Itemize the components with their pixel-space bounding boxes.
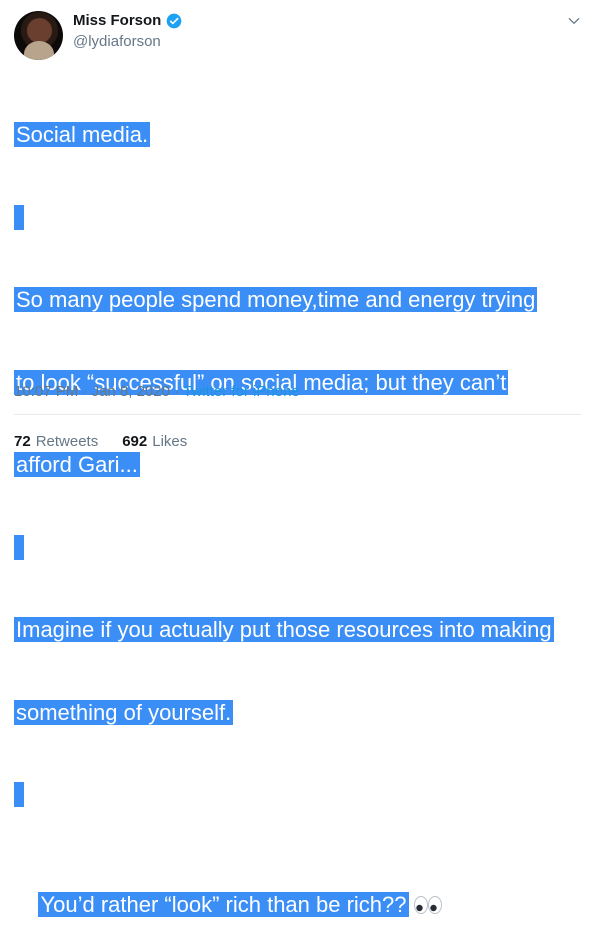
tweet-line <box>14 204 584 232</box>
retweets-count: 72 <box>14 433 31 450</box>
verified-badge-icon <box>166 13 182 29</box>
avatar[interactable] <box>14 11 63 60</box>
meta-separator: · <box>170 383 183 400</box>
tweet-stats: 72 Retweets 692 Likes <box>14 433 187 450</box>
tweet-line: You’d rather “look” rich than be rich?? <box>14 864 584 932</box>
tweet-text: Social media. So many people spend money… <box>14 66 584 932</box>
likes-label: Likes <box>152 433 187 450</box>
tweet-line: So many people spend money,time and ener… <box>14 286 584 314</box>
tweet-line: afford Gari... <box>14 451 584 479</box>
tweet-line: Imagine if you actually put those resour… <box>14 616 584 644</box>
eyes-emoji-icon <box>413 895 443 915</box>
tweet-line <box>14 781 584 809</box>
tweet-line: something of yourself. <box>14 699 584 727</box>
tweet-source-link[interactable]: Twitter for iPhone <box>183 383 300 400</box>
chevron-down-icon[interactable] <box>567 14 581 28</box>
divider <box>14 414 581 415</box>
retweets-stat[interactable]: 72 Retweets <box>14 433 98 450</box>
display-name[interactable]: Miss Forson <box>73 12 161 29</box>
likes-stat[interactable]: 692 Likes <box>122 433 187 450</box>
retweets-label: Retweets <box>36 433 99 450</box>
author-name-row: Miss Forson <box>73 12 182 29</box>
author-handle[interactable]: @lydiaforson <box>73 33 161 50</box>
tweet-date[interactable]: Jan 8, 2020 <box>92 383 170 400</box>
tweet-meta: 10:07 PM · Jan 8, 2020 · Twitter for iPh… <box>14 383 300 400</box>
tweet-line: Social media. <box>14 121 584 149</box>
likes-count: 692 <box>122 433 147 450</box>
tweet-line <box>14 534 584 562</box>
meta-separator: · <box>78 383 91 400</box>
tweet-time[interactable]: 10:07 PM <box>14 383 78 400</box>
